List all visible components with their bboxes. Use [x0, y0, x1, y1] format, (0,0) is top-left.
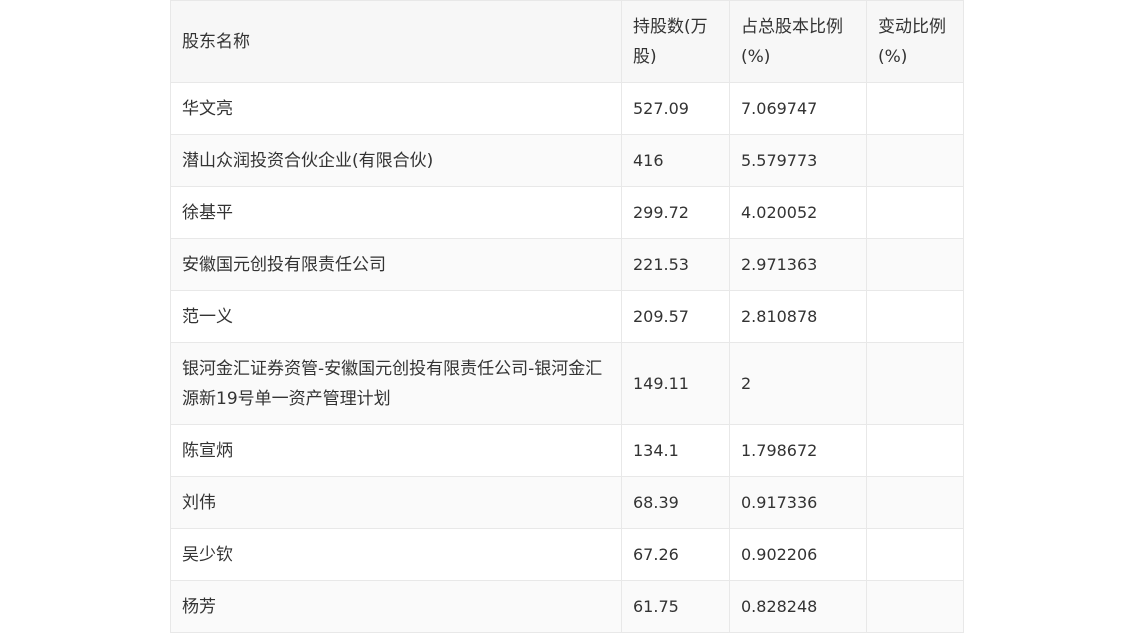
- cell-shares: 527.09: [621, 82, 730, 135]
- table-header-row: 股东名称 持股数(万股) 占总股本比例(%) 变动比例(%): [170, 0, 964, 83]
- cell-change: [866, 528, 964, 581]
- cell-ratio: 1.798672: [729, 424, 867, 477]
- cell-change: [866, 82, 964, 135]
- shareholder-table-container: 股东名称 持股数(万股) 占总股本比例(%) 变动比例(%) 华文亮 527.0…: [170, 0, 964, 633]
- cell-name: 潜山众润投资合伙企业(有限合伙): [170, 134, 622, 187]
- header-change: 变动比例(%): [866, 0, 964, 83]
- cell-shares: 209.57: [621, 290, 730, 343]
- shareholder-table: 股东名称 持股数(万股) 占总股本比例(%) 变动比例(%) 华文亮 527.0…: [170, 0, 964, 633]
- cell-change: [866, 238, 964, 291]
- table-row: 刘伟 68.39 0.917336: [170, 476, 964, 529]
- cell-ratio: 2.971363: [729, 238, 867, 291]
- cell-ratio: 0.828248: [729, 580, 867, 633]
- cell-change: [866, 424, 964, 477]
- cell-name: 吴少钦: [170, 528, 622, 581]
- cell-change: [866, 186, 964, 239]
- cell-shares: 67.26: [621, 528, 730, 581]
- cell-shares: 68.39: [621, 476, 730, 529]
- cell-ratio: 7.069747: [729, 82, 867, 135]
- cell-name: 徐基平: [170, 186, 622, 239]
- cell-change: [866, 134, 964, 187]
- table-row: 华文亮 527.09 7.069747: [170, 82, 964, 135]
- table-row: 银河金汇证券资管-安徽国元创投有限责任公司-银河金汇源新19号单一资产管理计划 …: [170, 342, 964, 425]
- cell-shares: 299.72: [621, 186, 730, 239]
- cell-name: 陈宣炳: [170, 424, 622, 477]
- cell-change: [866, 290, 964, 343]
- header-shareholder-name: 股东名称: [170, 0, 622, 83]
- cell-shares: 134.1: [621, 424, 730, 477]
- cell-ratio: 4.020052: [729, 186, 867, 239]
- cell-name: 刘伟: [170, 476, 622, 529]
- table-row: 潜山众润投资合伙企业(有限合伙) 416 5.579773: [170, 134, 964, 187]
- cell-name: 安徽国元创投有限责任公司: [170, 238, 622, 291]
- cell-name: 杨芳: [170, 580, 622, 633]
- table-row: 范一义 209.57 2.810878: [170, 290, 964, 343]
- cell-ratio: 2: [729, 342, 867, 425]
- cell-shares: 61.75: [621, 580, 730, 633]
- cell-name: 银河金汇证券资管-安徽国元创投有限责任公司-银河金汇源新19号单一资产管理计划: [170, 342, 622, 425]
- cell-shares: 149.11: [621, 342, 730, 425]
- cell-ratio: 5.579773: [729, 134, 867, 187]
- table-row: 吴少钦 67.26 0.902206: [170, 528, 964, 581]
- cell-ratio: 0.902206: [729, 528, 867, 581]
- cell-shares: 416: [621, 134, 730, 187]
- table-row: 杨芳 61.75 0.828248: [170, 580, 964, 633]
- table-row: 陈宣炳 134.1 1.798672: [170, 424, 964, 477]
- cell-change: [866, 476, 964, 529]
- header-ratio: 占总股本比例(%): [729, 0, 867, 83]
- cell-ratio: 0.917336: [729, 476, 867, 529]
- header-shares: 持股数(万股): [621, 0, 730, 83]
- table-row: 徐基平 299.72 4.020052: [170, 186, 964, 239]
- cell-shares: 221.53: [621, 238, 730, 291]
- cell-ratio: 2.810878: [729, 290, 867, 343]
- cell-change: [866, 580, 964, 633]
- table-row: 安徽国元创投有限责任公司 221.53 2.971363: [170, 238, 964, 291]
- cell-name: 范一义: [170, 290, 622, 343]
- cell-name: 华文亮: [170, 82, 622, 135]
- cell-change: [866, 342, 964, 425]
